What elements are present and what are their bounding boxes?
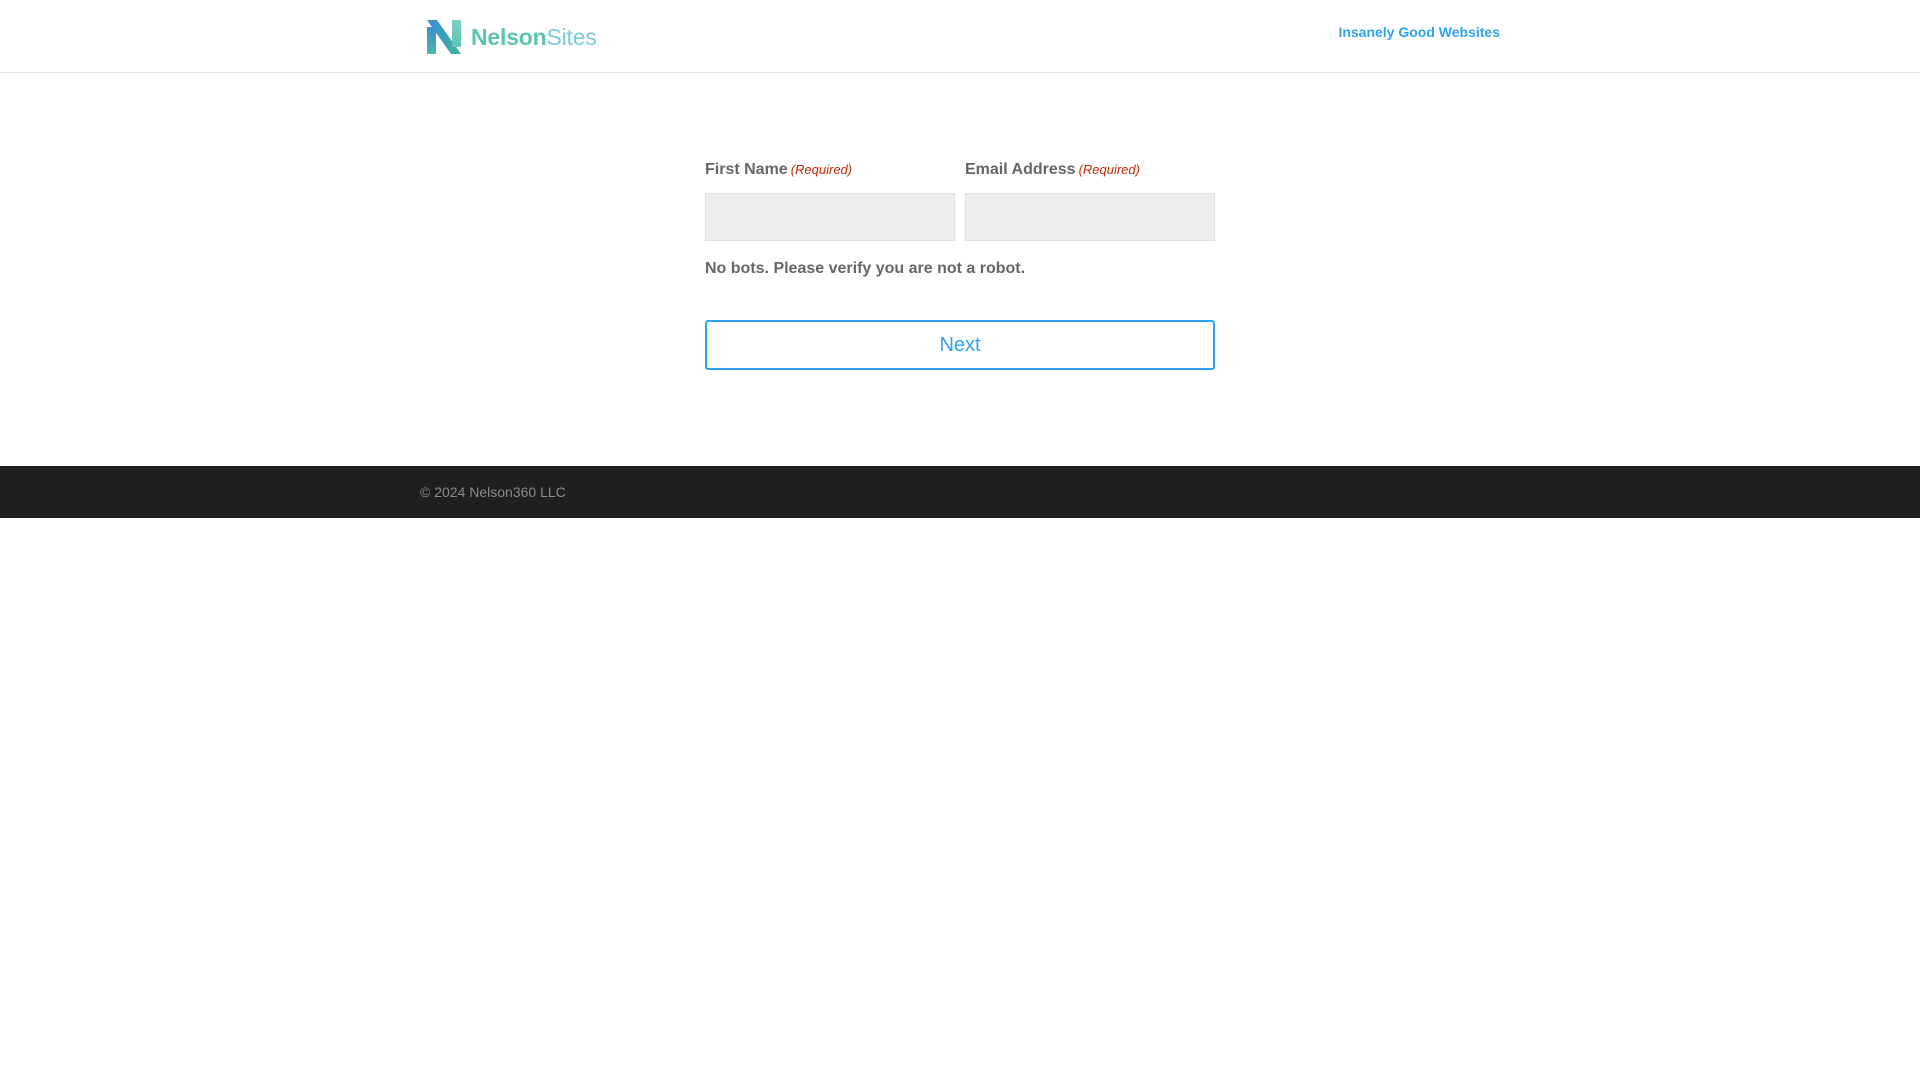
nav-link-insanely-good-websites[interactable]: Insanely Good Websites [1338, 24, 1500, 40]
logo-wordmark: NelsonSites [471, 24, 597, 50]
footer-copyright: © 2024 Nelson360 LLC [420, 484, 566, 500]
next-button[interactable]: Next [705, 320, 1215, 370]
signup-form: First Name (Required) Email Address (Requi… [705, 160, 1215, 370]
email-field-group: Email Address (Required) [965, 160, 1215, 241]
first-name-input[interactable] [705, 193, 955, 241]
first-name-required-marker: (Required) [790, 162, 853, 177]
form-row-fields: First Name (Required) Email Address (Requi… [705, 160, 1215, 241]
first-name-field-group: First Name (Required) [705, 160, 955, 241]
email-label: Email Address (Required) [965, 161, 1140, 178]
site-logo[interactable]: NelsonSites [426, 19, 597, 55]
email-input[interactable] [965, 193, 1215, 241]
site-header: NelsonSites Insanely Good Websites [0, 0, 1920, 73]
site-footer: © 2024 Nelson360 LLC [0, 466, 1920, 518]
captcha-notice: No bots. Please verify you are not a rob… [705, 260, 1026, 277]
email-required-marker: (Required) [1078, 162, 1140, 177]
nelson-n-logo-icon [427, 20, 461, 54]
first-name-label: First Name (Required) [705, 161, 853, 178]
